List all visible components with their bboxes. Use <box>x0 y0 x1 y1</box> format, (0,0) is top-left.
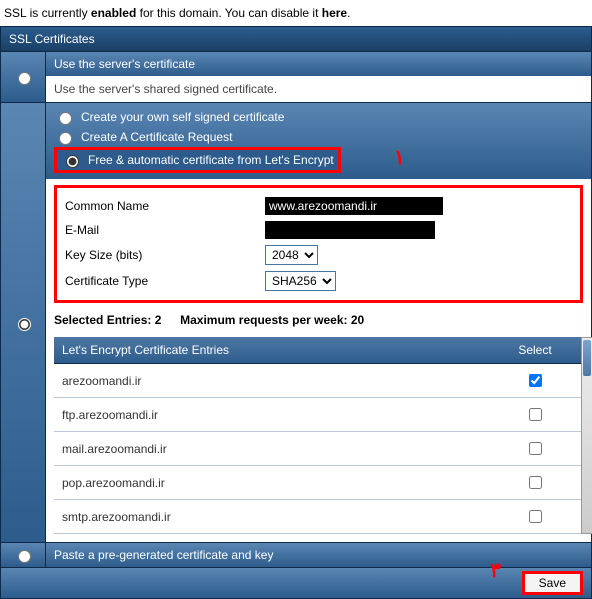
entry-select-cell <box>487 432 583 466</box>
entry-select-cell <box>487 364 583 398</box>
entry-checkbox[interactable] <box>529 442 542 455</box>
custom-cert-radio[interactable] <box>18 318 31 331</box>
radio-csr-input[interactable] <box>59 132 72 145</box>
entry-select-cell <box>487 500 583 534</box>
section-server-cert-title[interactable]: Use the server's certificate <box>46 52 591 76</box>
select-cert-type[interactable]: SHA256 <box>265 271 336 291</box>
section-server-cert-desc: Use the server's shared signed certifica… <box>46 76 591 102</box>
use-server-cert-radio[interactable] <box>18 72 31 85</box>
table-row: ftp.arezoomandi.ir <box>54 398 583 432</box>
entry-name: arezoomandi.ir <box>54 364 487 398</box>
selection-summary: Selected Entries: 2 Maximum requests per… <box>46 311 591 337</box>
entry-name: pop.arezoomandi.ir <box>54 466 487 500</box>
ssl-state: enabled <box>91 6 136 20</box>
entry-select-cell <box>487 398 583 432</box>
paste-cert-radio[interactable] <box>18 550 31 563</box>
value-common-name: www.arezoomandi.ir <box>265 197 443 215</box>
ssl-certificates-header: SSL Certificates <box>0 26 592 52</box>
entry-checkbox[interactable] <box>529 510 542 523</box>
label-key-size: Key Size (bits) <box>65 248 265 262</box>
value-email <box>265 221 435 239</box>
disable-ssl-link[interactable]: here <box>322 6 347 20</box>
section-paste-title[interactable]: Paste a pre-generated certificate and ke… <box>46 543 591 567</box>
col-entries[interactable]: Let's Encrypt Certificate Entries <box>54 337 487 364</box>
entries-table: Let's Encrypt Certificate Entries Select… <box>54 337 583 534</box>
label-email: E-Mail <box>65 223 265 237</box>
lets-encrypt-form: Common Name www.arezoomandi.ir E-Mail Ke… <box>54 185 583 303</box>
annotation-1: ١ <box>394 145 405 170</box>
entry-checkbox[interactable] <box>529 476 542 489</box>
footer-bar: ٣ Save <box>0 568 592 599</box>
entry-select-cell <box>487 466 583 500</box>
section-custom-cert: Create your own self signed certificate … <box>0 103 592 543</box>
scrollbar-thumb[interactable] <box>583 340 591 376</box>
table-row: mail.arezoomandi.ir <box>54 432 583 466</box>
table-row: arezoomandi.ir <box>54 364 583 398</box>
section-radio-col <box>1 543 46 567</box>
radio-lets-encrypt-input[interactable] <box>66 155 79 168</box>
entry-name: mail.arezoomandi.ir <box>54 432 487 466</box>
radio-self-signed-input[interactable] <box>59 112 72 125</box>
table-row: pop.arezoomandi.ir <box>54 466 583 500</box>
section-paste-cert: Paste a pre-generated certificate and ke… <box>0 543 592 568</box>
label-common-name: Common Name <box>65 199 265 213</box>
scrollbar[interactable] <box>581 337 592 534</box>
entry-checkbox[interactable] <box>529 374 542 387</box>
section-server-cert: Use the server's certificate Use the ser… <box>0 52 592 103</box>
table-row: smtp.arezoomandi.ir <box>54 500 583 534</box>
select-key-size[interactable]: 2048 <box>265 245 318 265</box>
section-radio-col <box>1 103 46 542</box>
save-button[interactable]: Save <box>522 571 583 595</box>
label-cert-type: Certificate Type <box>65 274 265 288</box>
entry-name: smtp.arezoomandi.ir <box>54 500 487 534</box>
entry-name: ftp.arezoomandi.ir <box>54 398 487 432</box>
entry-checkbox[interactable] <box>529 408 542 421</box>
col-select[interactable]: Select <box>487 337 583 364</box>
radio-self-signed[interactable]: Create your own self signed certificate <box>54 107 583 127</box>
cert-method-list: Create your own self signed certificate … <box>46 103 591 179</box>
section-radio-col <box>1 52 46 102</box>
ssl-status-notice: SSL is currently enabled for this domain… <box>0 0 592 26</box>
annotation-3: ٣ <box>490 558 501 583</box>
radio-lets-encrypt[interactable]: Free & automatic certificate from Let's … <box>54 147 341 173</box>
radio-csr[interactable]: Create A Certificate Request <box>54 127 583 147</box>
entries-table-wrap: Let's Encrypt Certificate Entries Select… <box>54 337 583 534</box>
